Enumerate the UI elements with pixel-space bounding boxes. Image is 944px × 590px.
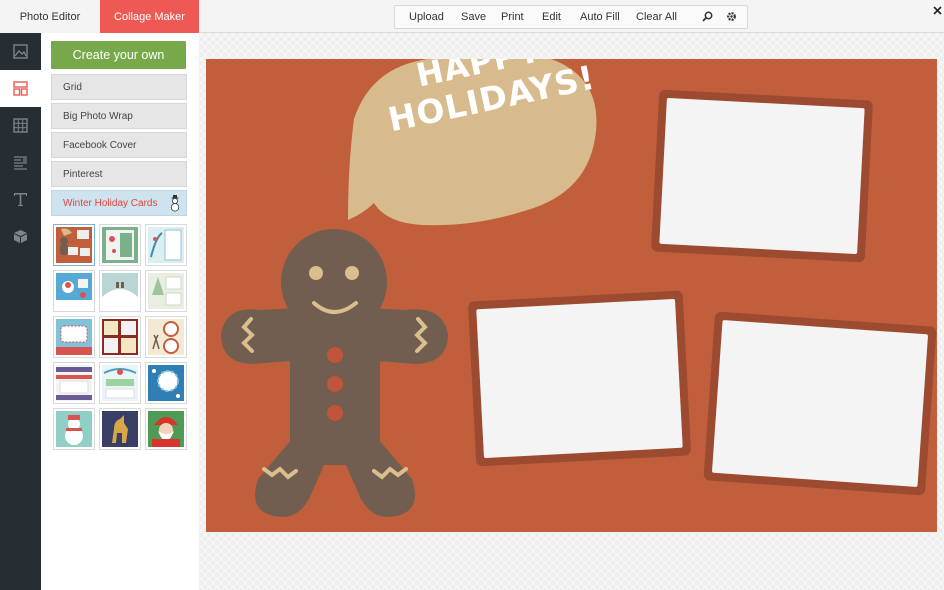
category-winter-holiday-cards[interactable]: Winter Holiday Cards xyxy=(51,190,187,216)
toolbar: Upload Save Print Edit Auto Fill Clear A… xyxy=(394,5,748,29)
edit-button[interactable]: Edit xyxy=(542,6,561,28)
create-your-own-button[interactable]: Create your own xyxy=(51,41,186,69)
template-thumb[interactable] xyxy=(145,224,187,266)
photo-slot-3[interactable] xyxy=(711,320,929,487)
template-thumb[interactable] xyxy=(53,362,95,404)
photo-slot-1[interactable] xyxy=(659,97,865,255)
category-facebook-cover[interactable]: Facebook Cover xyxy=(51,132,187,158)
template-thumb[interactable] xyxy=(145,270,187,312)
auto-fill-button[interactable]: Auto Fill xyxy=(580,6,620,28)
category-label: Winter Holiday Cards xyxy=(63,198,158,209)
collage-card[interactable]: HAPPY HOLIDAYS! xyxy=(206,59,937,532)
upload-button[interactable]: Upload xyxy=(409,6,444,28)
image-icon[interactable] xyxy=(0,33,41,70)
layout-icon[interactable] xyxy=(0,70,41,107)
search-icon[interactable] xyxy=(702,6,714,28)
left-nav xyxy=(0,33,41,590)
template-thumb[interactable] xyxy=(99,316,141,358)
top-bar: Photo Editor Collage Maker Upload Save P… xyxy=(0,0,944,39)
template-thumb[interactable] xyxy=(145,362,187,404)
photo-frame-1 xyxy=(650,89,874,263)
tab-collage-maker[interactable]: Collage Maker xyxy=(100,0,199,39)
texture-icon[interactable] xyxy=(0,144,41,181)
save-button[interactable]: Save xyxy=(461,6,486,28)
template-thumb[interactable] xyxy=(53,270,95,312)
photo-frame-2 xyxy=(467,290,692,467)
close-icon[interactable] xyxy=(933,2,942,15)
grid-icon[interactable] xyxy=(0,107,41,144)
template-thumb[interactable] xyxy=(99,362,141,404)
template-thumb[interactable] xyxy=(53,224,95,266)
template-panel: Create your own Grid Big Photo Wrap Face… xyxy=(41,33,199,590)
category-big-photo-wrap[interactable]: Big Photo Wrap xyxy=(51,103,187,129)
template-thumb[interactable] xyxy=(145,316,187,358)
canvas-stage: HAPPY HOLIDAYS! xyxy=(199,33,944,590)
photo-frame-3 xyxy=(703,311,937,496)
template-thumb[interactable] xyxy=(53,316,95,358)
template-thumb[interactable] xyxy=(99,408,141,450)
snowman-icon xyxy=(170,195,180,222)
category-pinterest[interactable]: Pinterest xyxy=(51,161,187,187)
template-thumb[interactable] xyxy=(99,270,141,312)
gear-icon[interactable] xyxy=(726,6,738,28)
template-thumb[interactable] xyxy=(145,408,187,450)
photo-slot-2[interactable] xyxy=(476,298,683,459)
template-thumb[interactable] xyxy=(99,224,141,266)
print-button[interactable]: Print xyxy=(501,6,524,28)
clear-all-button[interactable]: Clear All xyxy=(636,6,677,28)
tab-photo-editor[interactable]: Photo Editor xyxy=(0,0,100,33)
template-thumb[interactable] xyxy=(53,408,95,450)
category-grid[interactable]: Grid xyxy=(51,74,187,100)
text-icon[interactable] xyxy=(0,181,41,218)
cube-icon[interactable] xyxy=(0,218,41,255)
